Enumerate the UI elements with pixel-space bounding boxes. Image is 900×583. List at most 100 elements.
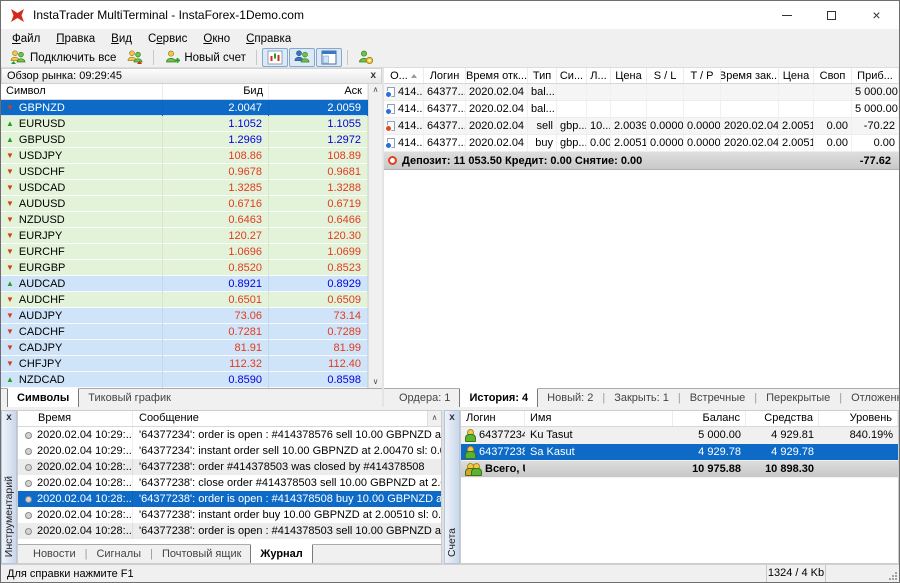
journal-tab-3[interactable]: Журнал bbox=[250, 544, 312, 564]
menu-item-edit[interactable]: Правка bbox=[48, 31, 103, 47]
market-watch-close-button[interactable]: x bbox=[370, 71, 376, 81]
market-row-audjpy[interactable]: ▼AUDJPY73.0673.14 bbox=[1, 308, 368, 324]
order-cell-11: 0.00 bbox=[814, 118, 852, 134]
orders-column-header-5[interactable]: Л... bbox=[587, 68, 611, 83]
title-bar[interactable]: InstaTrader MultiTerminal - InstaForex-1… bbox=[1, 1, 899, 29]
market-watch-tab-1[interactable]: Тиковый график bbox=[79, 390, 180, 407]
orders-column-header-7[interactable]: S / L bbox=[647, 68, 684, 83]
scroll-up-icon[interactable]: ∧ bbox=[427, 411, 441, 426]
order-row[interactable]: 414...64377...2020.02.04 ...sellgbp...10… bbox=[384, 118, 899, 135]
menu-item-service[interactable]: Сервис bbox=[140, 31, 195, 47]
accounts-column-header-0[interactable]: Логин bbox=[461, 411, 525, 426]
gear-icon bbox=[25, 464, 32, 471]
resize-grip-icon[interactable] bbox=[886, 569, 898, 581]
orders-column-header-11[interactable]: Своп bbox=[814, 68, 852, 83]
journal-column-header-0[interactable]: Время bbox=[18, 411, 133, 426]
journal-column-header-1[interactable]: Сообщение bbox=[133, 411, 427, 426]
orders-tab-5[interactable]: Перекрытые bbox=[757, 390, 839, 407]
market-row-nzdusd[interactable]: ▼NZDUSD0.64630.6466 bbox=[1, 212, 368, 228]
journal-close-button[interactable]: x bbox=[6, 411, 12, 424]
connect-all-button[interactable]: Подключить все bbox=[5, 48, 121, 67]
orders-tab-1[interactable]: История: 4 bbox=[459, 388, 538, 407]
accounts-column-header-4[interactable]: Уровень bbox=[819, 411, 898, 426]
layout-toggle-button[interactable] bbox=[316, 48, 342, 67]
market-row-chfjpy[interactable]: ▼CHFJPY112.32112.40 bbox=[1, 356, 368, 372]
menu-item-window[interactable]: Окно bbox=[195, 31, 238, 47]
orders-column-header-8[interactable]: T / P bbox=[684, 68, 721, 83]
accounts-column-header-3[interactable]: Средства bbox=[746, 411, 819, 426]
market-row-eurusd[interactable]: ▲EURUSD1.10521.1055 bbox=[1, 116, 368, 132]
orders-column-header-0[interactable]: О... bbox=[384, 68, 424, 83]
close-icon: × bbox=[872, 10, 880, 20]
market-row-nzdcad[interactable]: ▲NZDCAD0.85900.8598 bbox=[1, 372, 368, 388]
market-watch-scrollbar[interactable]: ∧ ∨ bbox=[368, 84, 382, 388]
market-row-cadchf[interactable]: ▼CADCHF0.72810.7289 bbox=[1, 324, 368, 340]
market-column-header-1[interactable]: Бид bbox=[163, 84, 269, 99]
market-column-header-0[interactable]: Символ bbox=[1, 84, 163, 99]
deposit-summary-row[interactable]: Депозит: 11 053.50 Кредит: 0.00 Снятие: … bbox=[384, 152, 899, 170]
market-watch-tab-0[interactable]: Символы bbox=[7, 388, 79, 408]
accounts-column-header-2[interactable]: Баланс bbox=[673, 411, 746, 426]
journal-row[interactable]: 2020.02.04 10:29:...'64377234': order is… bbox=[18, 427, 441, 443]
orders-column-header-9[interactable]: Время зак... bbox=[721, 68, 779, 83]
symbol-cell: ▼NZDUSD bbox=[1, 212, 163, 228]
market-row-eurgbp[interactable]: ▼EURGBP0.85200.8523 bbox=[1, 260, 368, 276]
menu-item-help[interactable]: Справка bbox=[238, 31, 299, 47]
accounts-close-button[interactable]: x bbox=[449, 411, 455, 424]
orders-column-header-1[interactable]: Логин bbox=[424, 68, 466, 83]
market-row-audcad[interactable]: ▲AUDCAD0.89210.8929 bbox=[1, 276, 368, 292]
orders-column-header-12[interactable]: Приб... bbox=[852, 68, 899, 83]
journal-row[interactable]: 2020.02.04 10:29:...'64377234': instant … bbox=[18, 443, 441, 459]
accounts-column-header-1[interactable]: Имя bbox=[525, 411, 673, 426]
orders-column-header-2[interactable]: Время отк... bbox=[466, 68, 528, 83]
market-row-gbpusd[interactable]: ▲GBPUSD1.29691.2972 bbox=[1, 132, 368, 148]
journal-row[interactable]: 2020.02.04 10:28:...'64377238': instant … bbox=[18, 507, 441, 523]
market-row-audchf[interactable]: ▼AUDCHF0.65010.6509 bbox=[1, 292, 368, 308]
bid-value: 2.0047 bbox=[163, 100, 269, 116]
journal-row[interactable]: 2020.02.04 10:28:...'64377238': order #4… bbox=[18, 459, 441, 475]
accounts-view-toggle-button[interactable] bbox=[289, 48, 315, 67]
orders-tab-2[interactable]: Новый: 2 bbox=[538, 390, 602, 407]
account-row[interactable]: 64377238Sa Kasut4 929.784 929.78 bbox=[461, 444, 898, 461]
tick-chart-toggle-button[interactable] bbox=[262, 48, 288, 67]
account-row[interactable]: 64377234Ku Tasut5 000.004 929.81840.19% bbox=[461, 427, 898, 444]
disconnect-all-button[interactable] bbox=[122, 48, 148, 67]
new-account-button[interactable]: Новый счет bbox=[159, 48, 251, 67]
orders-tab-0[interactable]: Ордера: 1 bbox=[390, 390, 459, 407]
orders-tab-4[interactable]: Встречные bbox=[681, 390, 755, 407]
orders-column-header-3[interactable]: Тип bbox=[528, 68, 557, 83]
market-row-eurjpy[interactable]: ▼EURJPY120.27120.30 bbox=[1, 228, 368, 244]
account-settings-button[interactable] bbox=[353, 48, 379, 67]
journal-tab-1[interactable]: Сигналы bbox=[87, 546, 150, 563]
account-row[interactable]: Всего, USD10 975.8810 898.30 bbox=[461, 461, 898, 478]
journal-row[interactable]: 2020.02.04 10:28:...'64377238': order is… bbox=[18, 523, 441, 539]
close-button[interactable]: × bbox=[854, 1, 899, 29]
journal-row[interactable]: 2020.02.04 10:28:...'64377238': close or… bbox=[18, 475, 441, 491]
market-row-audusd[interactable]: ▼AUDUSD0.67160.6719 bbox=[1, 196, 368, 212]
journal-tab-2[interactable]: Почтовый ящик bbox=[153, 546, 250, 563]
market-column-header-2[interactable]: Аск bbox=[269, 84, 368, 99]
scroll-up-icon[interactable]: ∧ bbox=[373, 86, 379, 94]
order-row[interactable]: 414...64377...2020.02.04 ...buygbp...0.0… bbox=[384, 135, 899, 152]
market-row-eurchf[interactable]: ▼EURCHF1.06961.0699 bbox=[1, 244, 368, 260]
scroll-down-icon[interactable]: ∨ bbox=[373, 378, 379, 386]
orders-column-header-10[interactable]: Цена bbox=[779, 68, 814, 83]
orders-tab-6[interactable]: Отложенный: 1 bbox=[842, 390, 899, 407]
menu-item-view[interactable]: Вид bbox=[103, 31, 140, 47]
market-row-usdjpy[interactable]: ▼USDJPY108.86108.89 bbox=[1, 148, 368, 164]
orders-tab-3[interactable]: Закрыть: 1 bbox=[605, 390, 678, 407]
market-row-cadjpy[interactable]: ▼CADJPY81.9181.99 bbox=[1, 340, 368, 356]
journal-tab-0[interactable]: Новости bbox=[24, 546, 85, 563]
order-row[interactable]: 414...64377...2020.02.04 ...bal...5 000.… bbox=[384, 101, 899, 118]
journal-row[interactable]: 2020.02.04 10:28:...'64377238': order is… bbox=[18, 491, 441, 507]
minimize-button[interactable] bbox=[764, 1, 809, 29]
market-row-gbpnzd[interactable]: ▼GBPNZD2.00472.0059 bbox=[1, 100, 368, 116]
market-row-usdcad[interactable]: ▼USDCAD1.32851.3288 bbox=[1, 180, 368, 196]
order-cell-8: 0.0000 bbox=[684, 118, 721, 134]
orders-column-header-6[interactable]: Цена bbox=[611, 68, 647, 83]
maximize-button[interactable] bbox=[809, 1, 854, 29]
menu-item-file[interactable]: Файл bbox=[4, 31, 48, 47]
orders-column-header-4[interactable]: Си... bbox=[557, 68, 587, 83]
order-row[interactable]: 414...64377...2020.02.04 ...bal...5 000.… bbox=[384, 84, 899, 101]
market-row-usdchf[interactable]: ▼USDCHF0.96780.9681 bbox=[1, 164, 368, 180]
